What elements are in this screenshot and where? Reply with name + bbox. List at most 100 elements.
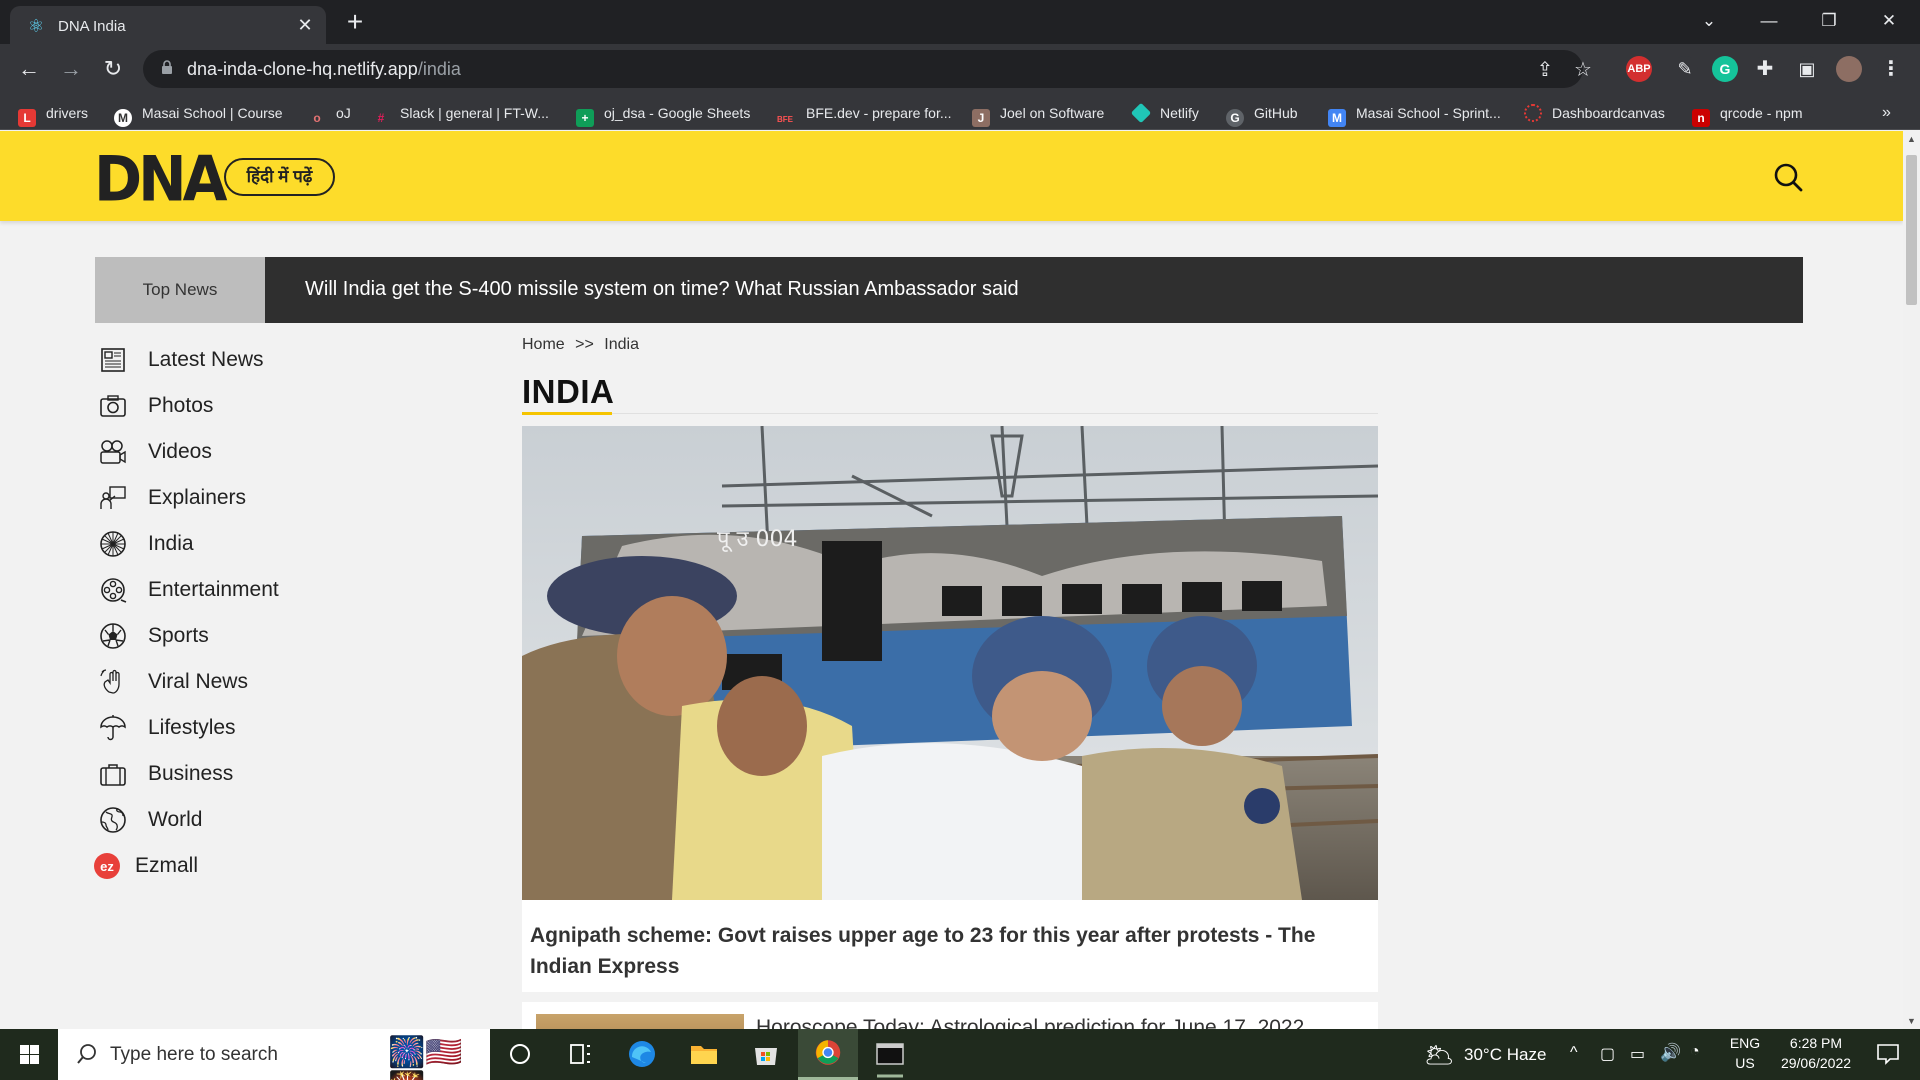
microsoft-store-icon[interactable] <box>736 1029 796 1080</box>
oj-icon: o <box>313 111 321 125</box>
terminal-icon[interactable] <box>860 1029 920 1080</box>
adblock-plus-extension-icon[interactable]: ABP <box>1626 56 1652 82</box>
bookmark-star-icon[interactable]: ☆ <box>1571 58 1595 82</box>
bookmark-drivers[interactable]: Ldrivers <box>18 102 88 127</box>
nav-item-ezmall[interactable]: ez Ezmall <box>94 843 395 889</box>
nav-item-business[interactable]: Business <box>95 751 395 797</box>
forward-arrow-icon[interactable]: → <box>56 54 86 84</box>
clock-time: 6:28 PM <box>1789 1035 1843 1051</box>
restore-window-button[interactable]: ❐ <box>1806 8 1852 34</box>
close-window-button[interactable]: ✕ <box>1866 8 1912 34</box>
nav-item-viral-news[interactable]: Viral News <box>95 659 395 705</box>
color-picker-extension-icon[interactable]: ✎ <box>1672 56 1698 82</box>
breadcrumb-separator: >> <box>575 336 594 353</box>
volume-icon[interactable]: 🔊 <box>1660 1043 1682 1080</box>
meet-now-icon[interactable]: ▢ <box>1600 1044 1620 1080</box>
nav-item-india[interactable]: India <box>95 521 395 567</box>
clock[interactable]: 6:28 PM 29/06/2022 <box>1770 1029 1862 1080</box>
viral-hand-icon <box>100 669 120 694</box>
page-scrollbar[interactable]: ▲ ▼ <box>1903 131 1920 1029</box>
scroll-up-arrow-icon[interactable]: ▲ <box>1903 131 1920 147</box>
weather-widget[interactable]: 🌥 30°C Haze <box>1424 1029 1564 1080</box>
grammarly-extension-icon[interactable]: G <box>1712 56 1738 82</box>
search-icon <box>77 1044 96 1064</box>
bookmark-label: oj_dsa - Google Sheets <box>604 105 751 121</box>
browser-tab[interactable]: ⚛ DNA India ✕ <box>10 6 326 44</box>
page-title: INDIA <box>522 373 615 410</box>
bookmark-oj[interactable]: o oJ <box>308 102 350 125</box>
task-view-icon[interactable] <box>550 1029 610 1080</box>
show-hidden-icons-chevron-icon[interactable]: ^ <box>1570 1044 1592 1080</box>
bookmark-google-sheets[interactable]: + oj_dsa - Google Sheets <box>576 102 751 127</box>
file-explorer-icon[interactable] <box>674 1029 734 1080</box>
bookmark-netlify[interactable]: Netlify <box>1130 102 1199 124</box>
close-tab-icon[interactable]: ✕ <box>294 14 316 36</box>
windows-start-icon[interactable] <box>0 1029 58 1080</box>
back-arrow-icon[interactable]: ← <box>14 54 44 84</box>
read-in-hindi-button[interactable]: हिंदी में पढ़ें <box>224 158 335 196</box>
wifi-icon[interactable]: ◔ <box>1690 1043 1712 1080</box>
bookmark-masai-course[interactable]: M Masai School | Course <box>114 102 283 127</box>
bookmark-label: qrcode - npm <box>1720 105 1803 121</box>
second-story-card[interactable]: Horoscope Today: Astrological prediction… <box>522 1002 1378 1029</box>
minimize-window-button[interactable]: — <box>1746 8 1792 34</box>
battery-icon[interactable]: ▭ <box>1630 1044 1652 1080</box>
nav-item-lifestyles[interactable]: Lifestyles <box>95 705 395 751</box>
nav-label: Ezmall <box>135 854 199 877</box>
more-bookmarks-chevron-icon[interactable]: » <box>1882 102 1891 124</box>
tab-search-icon[interactable]: ⌄ <box>1686 8 1732 34</box>
new-tab-button[interactable]: + <box>342 8 368 36</box>
share-icon[interactable]: ⇪ <box>1533 58 1557 82</box>
second-story-thumbnail[interactable] <box>536 1014 744 1029</box>
tab-title: DNA India <box>58 18 126 35</box>
notifications-icon[interactable] <box>1868 1029 1908 1080</box>
globe-icon <box>100 807 126 833</box>
nav-item-entertainment[interactable]: Entertainment <box>95 567 395 613</box>
cortana-icon[interactable] <box>490 1029 550 1080</box>
bookmark-qrcode-npm[interactable]: n qrcode - npm <box>1692 102 1803 127</box>
scroll-down-arrow-icon[interactable]: ▼ <box>1903 1013 1920 1029</box>
masai-icon: M <box>114 109 132 127</box>
bookmark-bfe-dev[interactable]: BFE BFE.dev - prepare for... <box>774 102 952 124</box>
browser-menu-icon[interactable]: ⋮ <box>1878 56 1904 82</box>
nav-label: World <box>148 808 203 831</box>
dna-logo[interactable]: DNA <box>94 142 228 215</box>
breadcrumb-home-link[interactable]: Home <box>522 336 565 353</box>
extensions-puzzle-icon[interactable]: ✚ <box>1752 56 1778 82</box>
nav-item-explainers[interactable]: Explainers <box>95 475 395 521</box>
ashoka-chakra-icon <box>100 531 126 557</box>
bookmark-joel-on-software[interactable]: J Joel on Software <box>972 102 1104 127</box>
fireworks-flag-icon: 🎆🇺🇸🎇 <box>388 1036 463 1080</box>
language-indicator[interactable]: ENG US <box>1722 1029 1768 1080</box>
bookmark-label: Masai School - Sprint... <box>1356 105 1501 121</box>
address-bar[interactable]: dna-inda-clone-hq.netlify.app/india ⇪ ☆ <box>143 50 1592 88</box>
nav-item-latest-news[interactable]: Latest News <box>95 337 395 383</box>
side-panel-icon[interactable]: ▣ <box>1794 56 1820 82</box>
top-news-headline[interactable]: Will India get the S-400 missile system … <box>305 278 1019 301</box>
chrome-taskbar-icon[interactable] <box>798 1029 858 1080</box>
scrollbar-thumb[interactable] <box>1906 155 1917 305</box>
bookmark-masai-sprint[interactable]: M Masai School - Sprint... <box>1328 102 1501 127</box>
weather-text: 30°C Haze <box>1464 1045 1547 1064</box>
bookmark-github[interactable]: G GitHub <box>1226 102 1298 127</box>
lead-story-photo[interactable]: पू उ 004 <box>522 426 1378 900</box>
bookmark-slack[interactable]: # Slack | general | FT-W... <box>372 102 549 125</box>
bookmarks-bar: Ldrivers M Masai School | Course o oJ # Sla… <box>0 94 1920 130</box>
edge-browser-icon[interactable] <box>612 1029 672 1080</box>
lead-story-card[interactable]: पू उ 004 Agnipath scheme: Govt raises up… <box>522 426 1378 992</box>
profile-avatar[interactable] <box>1836 56 1862 82</box>
second-story-headline[interactable]: Horoscope Today: Astrological prediction… <box>756 1016 1304 1029</box>
joel-icon: J <box>972 109 990 127</box>
bookmark-dashboardcanvas[interactable]: Dashboardcanvas <box>1524 102 1665 124</box>
reload-icon[interactable]: ↻ <box>98 54 128 84</box>
lead-story-headline[interactable]: Agnipath scheme: Govt raises upper age t… <box>530 920 1350 982</box>
nav-item-world[interactable]: World <box>95 797 395 843</box>
nav-item-videos[interactable]: Videos <box>95 429 395 475</box>
search-icon[interactable] <box>1772 161 1804 193</box>
taskbar-search-box[interactable]: Type here to search 🎆🇺🇸🎇 <box>58 1029 490 1080</box>
region-code: US <box>1735 1055 1755 1071</box>
film-reel-icon <box>101 578 127 603</box>
nav-item-sports[interactable]: Sports <box>95 613 395 659</box>
nav-item-photos[interactable]: Photos <box>95 383 395 429</box>
top-news-label: Top News <box>95 257 265 323</box>
